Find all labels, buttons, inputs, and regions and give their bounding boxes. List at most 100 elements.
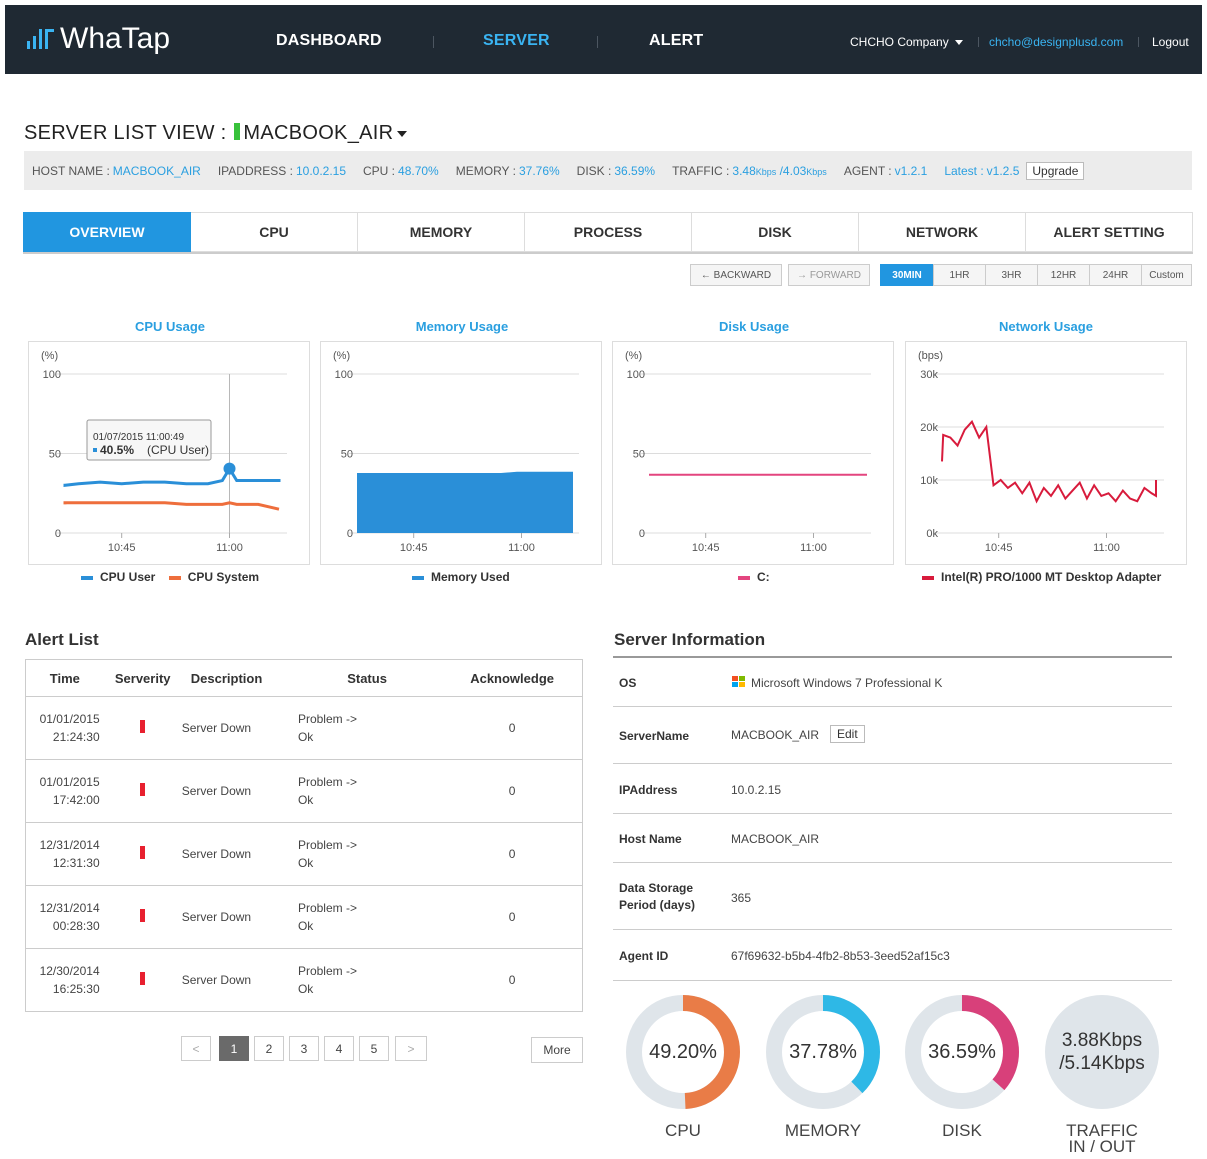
table-row[interactable]: 12/31/2014 00:28:30 Server Down Problem -> O… (25, 885, 583, 949)
traffic-gauge-label-line2: IN / OUT (1068, 1137, 1136, 1156)
tab-network[interactable]: NETWORK (859, 212, 1026, 252)
traffic-gauge-out: /5.14Kbps (1059, 1053, 1145, 1074)
range-30min-button[interactable]: 30MIN (880, 264, 934, 286)
column-header-time[interactable]: Time (25, 659, 104, 697)
tab-memory[interactable]: MEMORY (358, 212, 525, 252)
memory-gauge-value: 37.78% (789, 1040, 857, 1063)
data-storage-label: Data Storage Period (days) (619, 880, 695, 914)
y-tick-label: 100 (43, 369, 61, 381)
legend-item[interactable]: Memory Used (412, 570, 510, 584)
legend-item[interactable]: CPU System (168, 570, 260, 584)
table-row[interactable]: 12/31/2014 12:31:30 Server Down Problem -> O… (25, 822, 583, 886)
pager-next-button[interactable]: > (395, 1036, 427, 1061)
agent-version: v1.2.1 (894, 163, 928, 178)
table-row[interactable]: 01/01/2015 17:42:00 Server Down Problem -> O… (25, 759, 583, 823)
cpu-user-line (63, 465, 281, 487)
network-chart[interactable]: (bps) 30k 20k 10k 0k 10:45 11:00 (905, 341, 1187, 565)
traffic-gauge-value: 3.88Kbps/5.14Kbps (1043, 993, 1161, 1111)
range-1hr-button[interactable]: 1HR (933, 264, 986, 286)
memory-chart[interactable]: (%) 100 50 0 10:45 11:00 (320, 341, 602, 565)
column-header-acknowledge[interactable]: Acknowledge (442, 659, 583, 697)
cpu-chart[interactable]: (%) 100 50 0 10:45 11:00 01/07/2015 11:00:49 40… (28, 341, 310, 565)
alert-status-from: Problem -> (297, 964, 357, 978)
pager-page-2[interactable]: 2 (254, 1036, 284, 1061)
tab-alert-setting[interactable]: ALERT SETTING (1026, 212, 1193, 252)
memory-gauge: 37.78% (764, 993, 882, 1111)
legend-item[interactable]: CPU User (81, 570, 155, 584)
nav-dashboard[interactable]: DASHBOARD (276, 32, 382, 50)
severity-critical-icon (140, 909, 146, 922)
edit-servername-button[interactable]: Edit (830, 725, 865, 743)
y-tick-label: 0 (55, 528, 61, 540)
alert-description: Server Down (181, 696, 292, 760)
servername-label: ServerName (619, 729, 690, 743)
legend-item[interactable]: C: (738, 570, 770, 584)
server-info-title: Server Information (614, 630, 766, 649)
table-row[interactable]: 12/30/2014 16:25:30 Server Down Problem -> O… (25, 948, 583, 1012)
alert-acknowledge: 0 (442, 948, 583, 1012)
range-custom-button[interactable]: Custom (1141, 264, 1192, 286)
logout-link[interactable]: Logout (1152, 35, 1189, 49)
range-3hr-button[interactable]: 3HR (985, 264, 1038, 286)
column-header-description[interactable]: Description (181, 659, 292, 697)
y-tick-label: 50 (633, 449, 645, 461)
pager-page-3[interactable]: 3 (289, 1036, 319, 1061)
network-chart-title: Network Usage (999, 319, 1093, 334)
alert-clock: 17:42:00 (52, 793, 100, 807)
disk-chart[interactable]: (%) 100 50 0 10:45 11:00 (612, 341, 894, 565)
pager-prev-button[interactable]: < (181, 1036, 211, 1061)
tab-disk[interactable]: DISK (692, 212, 859, 252)
whatap-logo[interactable]: WhaTap (27, 21, 170, 57)
x-tick-label: 11:00 (216, 542, 243, 554)
traffic-label: TRAFFIC : (672, 163, 730, 178)
tab-cpu[interactable]: CPU (191, 212, 358, 252)
upgrade-button[interactable]: Upgrade (1026, 161, 1085, 180)
forward-button[interactable]: → FORWARD (788, 264, 870, 286)
server-status-indicator (234, 123, 241, 140)
backward-button[interactable]: ← BACKWARD (690, 264, 782, 286)
divider (613, 813, 1172, 814)
pager-page-5[interactable]: 5 (359, 1036, 389, 1061)
windows-icon (731, 676, 745, 688)
disk-gauge-value: 36.59% (928, 1040, 996, 1063)
user-email-link[interactable]: chcho@designplusd.com (989, 35, 1123, 49)
table-row[interactable]: 01/01/2015 21:24:30 Server Down Problem -> O… (25, 696, 583, 760)
alert-list-title: Alert List (25, 630, 99, 649)
x-tick-label: 10:45 (400, 542, 428, 554)
alert-acknowledge: 0 (442, 885, 583, 949)
company-selector[interactable]: CHCHO Company (850, 35, 963, 49)
tab-overview[interactable]: OVERVIEW (23, 212, 191, 252)
column-header-severity[interactable]: Serverity (103, 659, 182, 697)
server-summary-strip: HOST NAME : MACBOOK_AIR IPADDRESS :10.0.2… (24, 151, 1192, 190)
alert-date: 01/01/2015 (39, 775, 100, 789)
nav-server[interactable]: SERVER (483, 32, 550, 50)
range-12hr-button[interactable]: 12HR (1037, 264, 1090, 286)
more-button[interactable]: More (531, 1037, 583, 1063)
table-header-row: Time Serverity Description Status Acknow… (25, 659, 583, 697)
alert-clock: 12:31:30 (52, 856, 100, 870)
column-header-status[interactable]: Status (291, 659, 443, 697)
x-tick-label: 11:00 (508, 542, 535, 554)
legend-item[interactable]: Intel(R) PRO/1000 MT Desktop Adapter (922, 570, 1161, 584)
nav-divider (978, 37, 979, 47)
y-tick-label: 0k (926, 528, 938, 540)
top-navigation-bar: WhaTap DASHBOARD SERVER ALERT CHCHO Comp… (5, 5, 1202, 74)
server-name: MACBOOK_AIR (243, 122, 394, 144)
pager-page-1[interactable]: 1 (219, 1036, 249, 1061)
legend-label: CPU System (187, 570, 260, 584)
alert-acknowledge: 0 (442, 822, 583, 886)
memory-chart-svg: (%) 100 50 0 10:45 11:00 (333, 350, 579, 554)
memory-legend: Memory Used (412, 570, 520, 584)
alert-time: 01/01/2015 17:42:00 (25, 759, 104, 823)
range-24hr-button[interactable]: 24HR (1089, 264, 1142, 286)
alert-status: Problem -> Ok (291, 696, 443, 760)
alert-status-to: Ok (297, 982, 314, 996)
alert-time: 12/31/2014 12:31:30 (25, 822, 104, 886)
tab-process[interactable]: PROCESS (525, 212, 692, 252)
pager-page-4[interactable]: 4 (324, 1036, 354, 1061)
nav-divider (1138, 37, 1139, 47)
agent-id-value: 67f69632-b5b4-4fb2-8b53-3eed52af15c3 (731, 949, 950, 963)
nav-alert[interactable]: ALERT (649, 32, 703, 50)
server-selector[interactable]: MACBOOK_AIR (243, 122, 408, 144)
disk-value: 36.59% (614, 163, 656, 178)
